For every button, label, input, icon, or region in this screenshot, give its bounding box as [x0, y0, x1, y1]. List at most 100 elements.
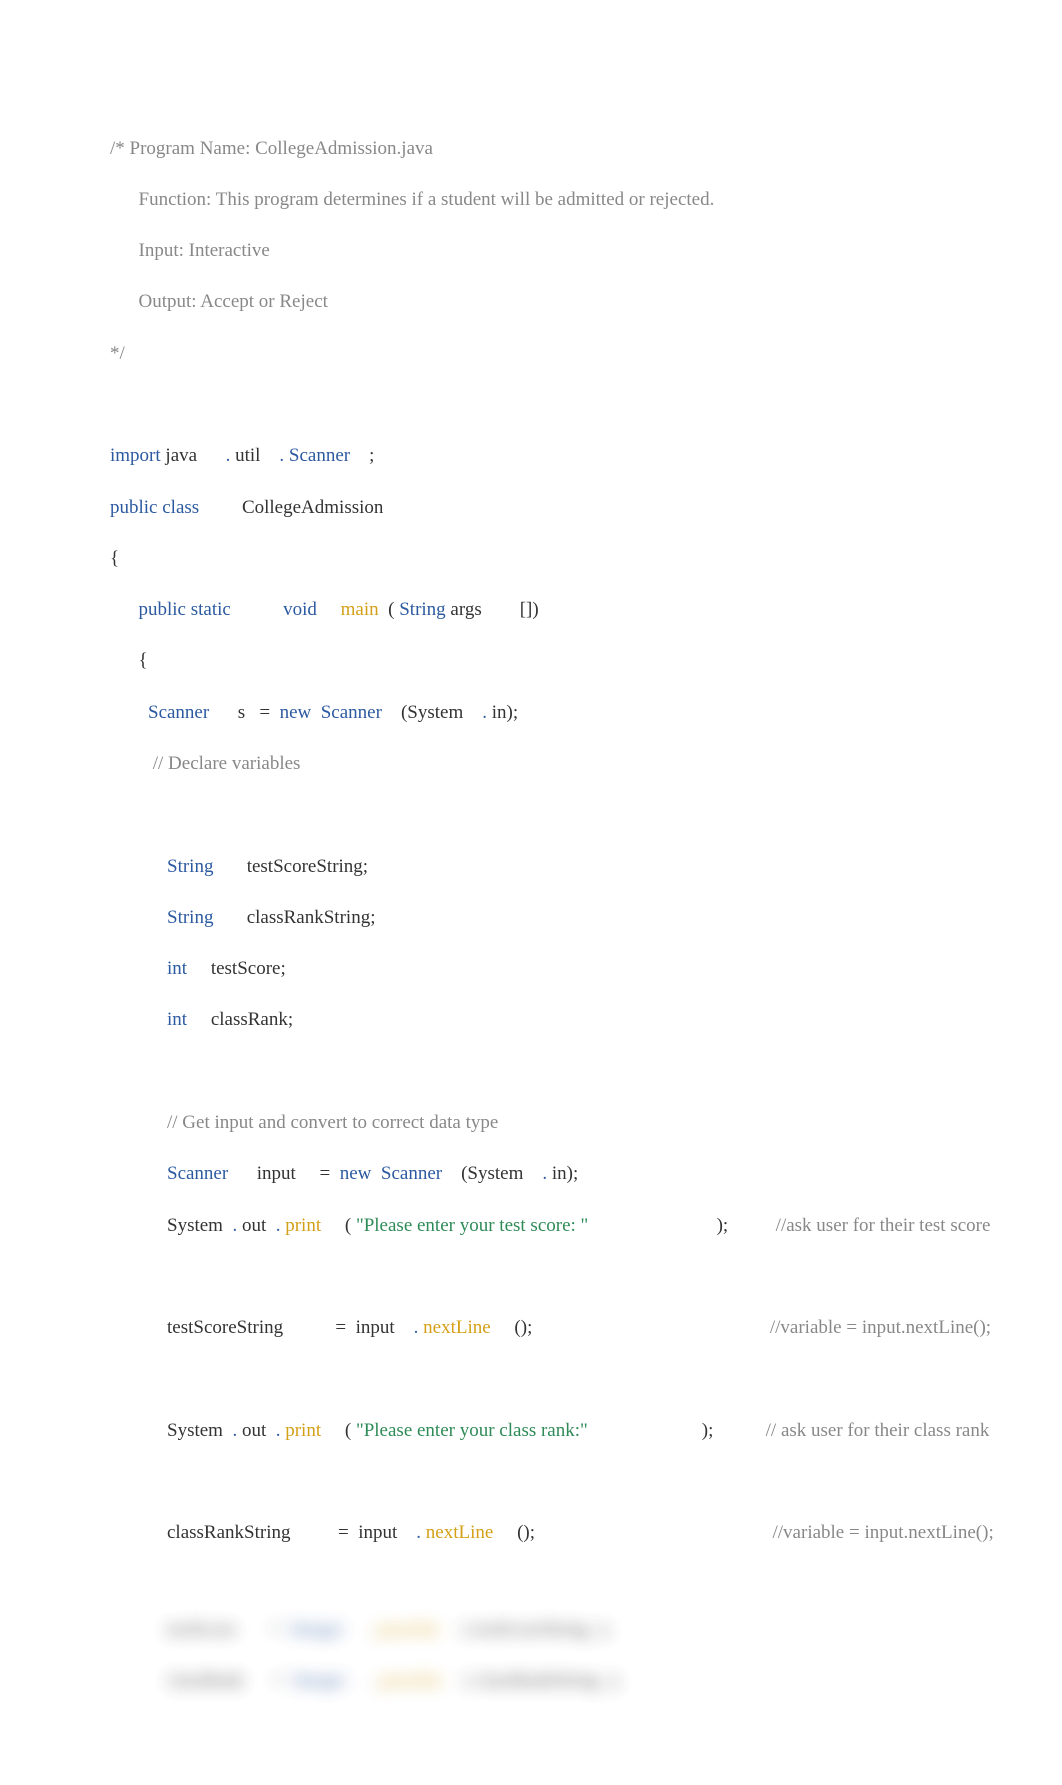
equals: =: [338, 1522, 349, 1543]
assign-line: classRankString = input . nextLine (); /…: [110, 1520, 1002, 1546]
rparen: );: [702, 1420, 714, 1441]
comment-line: Output: Accept or Reject: [110, 289, 1002, 315]
blank-line: [110, 1059, 1002, 1085]
comment-line: Input: Interactive: [110, 238, 1002, 264]
paren-system: (System: [401, 702, 463, 723]
semicolon: ;: [369, 445, 374, 466]
var-decl: String testScoreString;: [110, 854, 1002, 880]
main-decl-line: public static void main ( String args []…: [110, 597, 1002, 623]
main-brace: {: [110, 648, 1002, 674]
identifier: testScore: [167, 1619, 237, 1640]
identifier: classRankString;: [247, 907, 376, 928]
blurred-content: testScore = Integer . parseInt ( testSco…: [110, 1592, 1002, 1720]
identifier: testScore;: [211, 958, 286, 979]
dot: .: [542, 1163, 547, 1184]
blank-line: [110, 1366, 1002, 1392]
keyword-new: new: [340, 1163, 372, 1184]
keyword-class: class: [162, 497, 199, 518]
string-literal: "Please enter your test score: ": [356, 1215, 588, 1236]
indent: [110, 599, 139, 620]
type-scanner: Scanner: [289, 445, 350, 466]
dot: .: [226, 445, 231, 466]
identifier: out: [242, 1215, 266, 1236]
class-name: CollegeAdmission: [242, 497, 383, 518]
type: Integer: [290, 1619, 344, 1640]
identifier: testScoreString;: [247, 856, 368, 877]
keyword-public: public: [139, 599, 187, 620]
assign-line: testScoreString = input . nextLine (); /…: [110, 1315, 1002, 1341]
indent: [110, 1163, 167, 1184]
dot: .: [414, 1317, 419, 1338]
type-scanner: Scanner: [148, 702, 209, 723]
comment-line: Function: This program determines if a s…: [110, 187, 1002, 213]
keyword-public: public: [110, 497, 158, 518]
method: parseInt: [380, 1670, 441, 1691]
dot: .: [232, 1420, 237, 1441]
dot: .: [276, 1215, 281, 1236]
method-print: print: [285, 1215, 321, 1236]
dot: .: [232, 1215, 237, 1236]
identifier: in);: [492, 702, 518, 723]
inline-comment: // ask user for their class rank: [766, 1420, 990, 1441]
var-decl: int classRank;: [110, 1007, 1002, 1033]
lparen: (: [345, 1215, 351, 1236]
keyword-new: new: [280, 702, 312, 723]
var-decl: int testScore;: [110, 956, 1002, 982]
identifier: classRank: [167, 1670, 244, 1691]
brace-open: {: [110, 546, 1002, 572]
type-string: String: [167, 856, 213, 877]
identifier: java: [165, 445, 197, 466]
identifier: input: [358, 1522, 397, 1543]
method: parseInt: [377, 1619, 438, 1640]
blurred-line: classRank = Integer . parseInt ( classRa…: [110, 1668, 1002, 1694]
indent: [110, 1317, 167, 1338]
dot: .: [276, 1420, 281, 1441]
indent: [110, 1215, 167, 1236]
type-int: int: [167, 1009, 187, 1030]
type-scanner: Scanner: [167, 1163, 228, 1184]
identifier: testScoreString: [473, 1619, 589, 1640]
identifier: in);: [552, 1163, 578, 1184]
type: Integer: [293, 1670, 347, 1691]
indent: [110, 1420, 167, 1441]
indent: [110, 958, 167, 979]
identifier: System: [167, 1215, 223, 1236]
brackets: []): [520, 599, 539, 620]
indent: [110, 1522, 167, 1543]
type-scanner: Scanner: [321, 702, 382, 723]
dot: .: [279, 445, 284, 466]
identifier: classRankString: [476, 1670, 600, 1691]
lparen: (: [388, 599, 394, 620]
scanner-s-line: Scanner s = new Scanner (System . in);: [110, 700, 1002, 726]
inline-comment: //variable = input.nextLine();: [770, 1317, 991, 1338]
comment-line: */: [110, 341, 1002, 367]
identifier: classRankString: [167, 1522, 291, 1543]
indent: [110, 907, 167, 928]
blank-line: [110, 802, 1002, 828]
blank-line: [110, 392, 1002, 418]
identifier: args: [450, 599, 481, 620]
type-int: int: [167, 958, 187, 979]
equals: =: [259, 702, 270, 723]
keyword-static: static: [191, 599, 231, 620]
declare-comment: // Declare variables: [110, 751, 1002, 777]
keyword-void: void: [283, 599, 317, 620]
method-print: print: [285, 1420, 321, 1441]
identifier: util: [235, 445, 260, 466]
identifier: classRank;: [211, 1009, 293, 1030]
indent: [110, 702, 148, 723]
rparen: );: [717, 1215, 729, 1236]
var-decl: String classRankString;: [110, 905, 1002, 931]
print-line: System . out . print ( "Please enter you…: [110, 1418, 1002, 1444]
code-block: /* Program Name: CollegeAdmission.java F…: [110, 110, 1002, 1745]
inline-comment: //ask user for their test score: [776, 1215, 991, 1236]
string-literal: "Please enter your class rank:": [356, 1420, 588, 1441]
method-nextline: nextLine: [426, 1522, 494, 1543]
dot: .: [416, 1522, 421, 1543]
method-main: main: [341, 599, 379, 620]
dot: .: [482, 702, 487, 723]
comment-line: /* Program Name: CollegeAdmission.java: [110, 136, 1002, 162]
inline-comment: //variable = input.nextLine();: [773, 1522, 994, 1543]
identifier: out: [242, 1420, 266, 1441]
paren-system: (System: [461, 1163, 523, 1184]
